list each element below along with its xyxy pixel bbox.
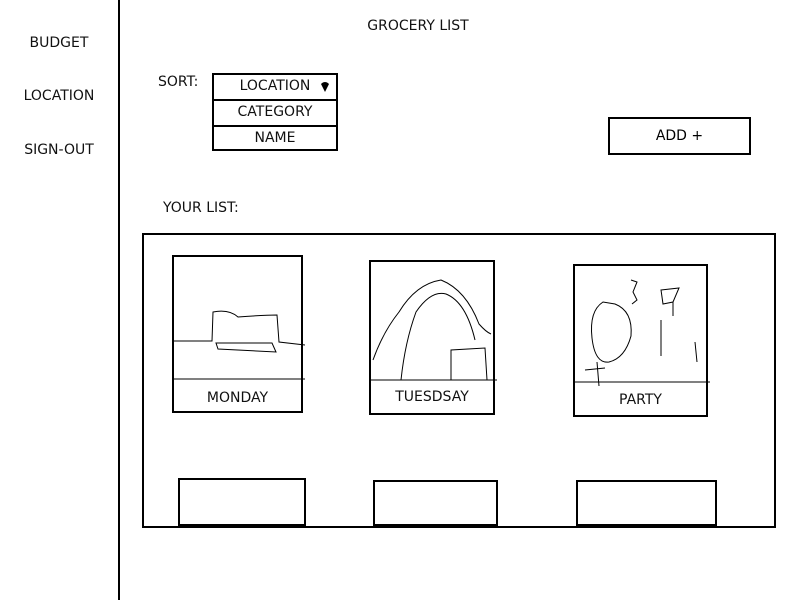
- sidebar-item-sign-out[interactable]: SIGN-OUT: [0, 142, 118, 158]
- card-label: PARTY: [619, 392, 662, 408]
- sort-selected-value: LOCATION: [239, 78, 311, 94]
- sidebar-item-location[interactable]: LOCATION: [0, 88, 118, 104]
- chevron-down-icon: [320, 82, 330, 92]
- sidebar-divider: [118, 0, 120, 600]
- card-label: MONDAY: [206, 390, 269, 406]
- empty-slot[interactable]: [576, 480, 717, 526]
- list-heading: YOUR LIST:: [163, 200, 239, 216]
- card-label: TUESDSAY: [395, 389, 469, 405]
- sort-label: SORT:: [158, 74, 199, 90]
- sort-option-label: CATEGORY: [237, 104, 313, 120]
- empty-slot[interactable]: [373, 480, 498, 526]
- sort-option-label: NAME: [254, 130, 296, 146]
- sort-dropdown[interactable]: LOCATION: [212, 73, 338, 101]
- list-card-monday[interactable]: MONDAY: [172, 255, 305, 413]
- sort-option-name[interactable]: NAME: [212, 125, 338, 151]
- empty-slot[interactable]: [178, 478, 306, 526]
- list-card-party[interactable]: PARTY: [573, 264, 710, 417]
- sidebar-item-budget[interactable]: BUDGET: [0, 35, 118, 51]
- page-title: GROCERY LIST: [367, 18, 469, 34]
- sort-option-category[interactable]: CATEGORY: [212, 99, 338, 127]
- list-card-tuesday[interactable]: TUESDSAY: [369, 260, 497, 415]
- add-button[interactable]: ADD +: [608, 117, 751, 155]
